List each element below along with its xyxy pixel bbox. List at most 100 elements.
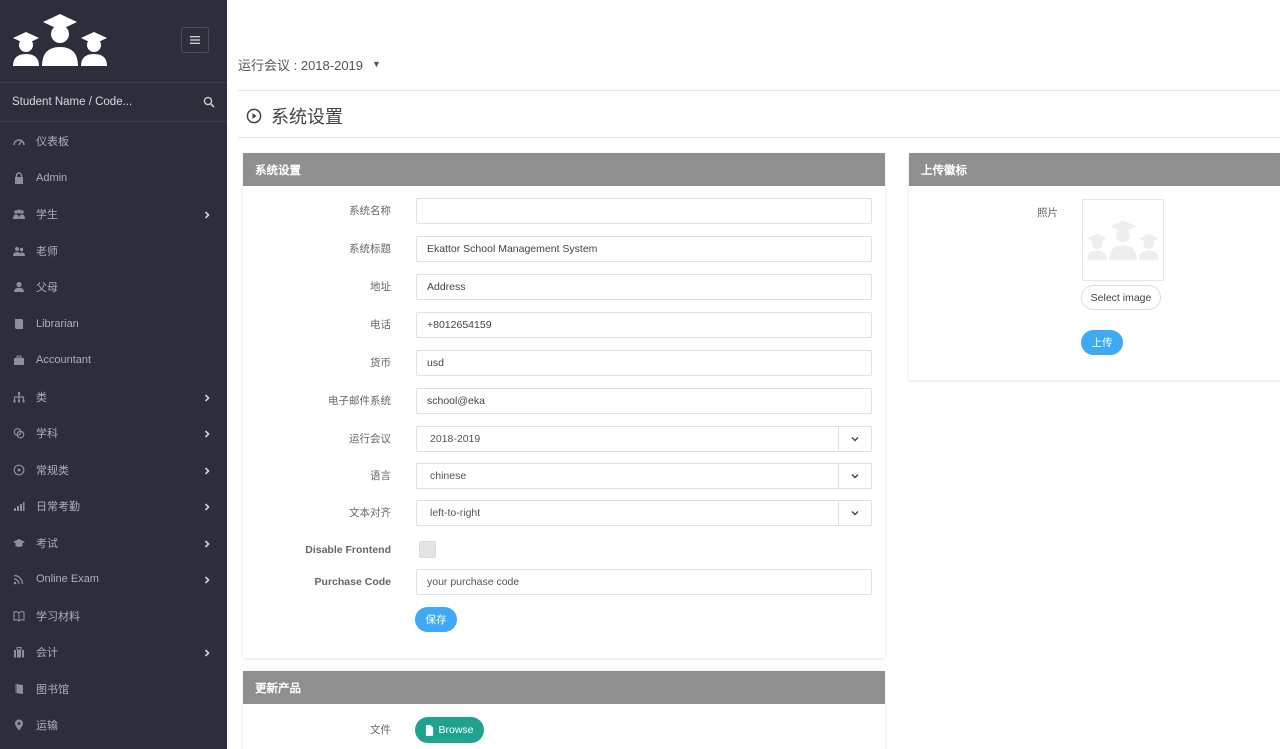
student-search-input[interactable] <box>12 96 172 108</box>
sidebar: 仪表板 Admin 学生老师父母 Librarian Accountant 类学科常规类日… <box>0 0 227 749</box>
system-title-label: 系统标题 <box>349 243 391 255</box>
divider <box>238 90 1280 91</box>
disable-frontend-checkbox[interactable] <box>419 541 436 558</box>
divider <box>238 137 1280 138</box>
text-align-select[interactable]: left-to-right <box>416 500 872 526</box>
graduation-cap-icon <box>12 536 26 550</box>
sidebar-item-briefcase[interactable]: Accountant <box>0 342 227 379</box>
logo-preview <box>1082 199 1164 281</box>
target-icon <box>12 463 26 477</box>
chevron-right-icon <box>203 539 211 548</box>
chevron-down-icon[interactable] <box>838 501 871 525</box>
currency-row: 货币 usd <box>243 350 885 376</box>
sidebar-nav: 仪表板 Admin 学生老师 父母 Librarian Accountant 类学科常规类日… <box>0 123 227 744</box>
sidebar-item-label: 学习材料 <box>36 610 80 623</box>
sidebar-item-user[interactable]: 父母 <box>0 269 227 306</box>
sidebar-item-hierarchy[interactable]: 类 <box>0 379 227 416</box>
book-icon <box>12 317 26 331</box>
page-title-text: 系统设置 <box>271 107 343 127</box>
sidebar-item-open-book[interactable]: 学习材料 <box>0 598 227 635</box>
sidebar-item-rss[interactable]: Online Exam <box>0 561 227 598</box>
sidebar-item-label: 运输 <box>36 720 58 733</box>
caret-down-icon: ▼ <box>372 59 381 69</box>
sidebar-item-lock[interactable]: Admin <box>0 160 227 197</box>
upload-button[interactable]: 上传 <box>1081 330 1123 355</box>
file-icon <box>426 724 434 736</box>
suitcase-icon <box>12 645 26 659</box>
circle-arrow-right-icon <box>246 108 262 124</box>
sidebar-item-bar-chart[interactable]: 日常考勤 <box>0 488 227 525</box>
system-name-input[interactable] <box>416 198 872 224</box>
purchase-code-input[interactable]: your purchase code <box>416 569 872 595</box>
system-title-input[interactable]: Ekattor School Management System <box>416 236 872 262</box>
select-image-button[interactable]: Select image <box>1081 285 1161 310</box>
disable-frontend-label: Disable Frontend <box>305 544 391 556</box>
sidebar-item-label: 仪表板 <box>36 136 69 149</box>
running-session-row: 运行会议 2018-2019 <box>243 426 885 452</box>
sidebar-search <box>0 82 227 122</box>
sidebar-item-label: 类 <box>36 391 47 404</box>
file-row: 文件 <box>243 717 885 743</box>
sidebar-item-map-pin[interactable]: 运输 <box>0 707 227 744</box>
upload-logo-title: 上传徽标 <box>909 153 1280 186</box>
currency-label: 货币 <box>370 357 391 369</box>
search-icon[interactable] <box>203 96 215 108</box>
phone-input[interactable]: +8012654159 <box>416 312 872 338</box>
logo-graduates-icon[interactable] <box>10 14 110 66</box>
sidebar-item-users-group[interactable]: 学生 <box>0 196 227 233</box>
sidebar-item-suitcase[interactable]: 会计 <box>0 634 227 671</box>
settings-panel-title: 系统设置 <box>243 153 885 186</box>
chevron-right-icon <box>203 648 211 657</box>
sidebar-item-label: Online Exam <box>36 573 99 586</box>
sidebar-item-books[interactable]: 学科 <box>0 415 227 452</box>
disable-frontend-row: Disable Frontend <box>243 537 885 563</box>
update-product-panel: 更新产品 文件 Browse <box>243 671 885 749</box>
settings-panel: 系统设置 系统名称 系统标题 Ekattor School Management… <box>243 153 885 658</box>
books-icon <box>12 426 26 440</box>
users-group-icon <box>12 207 26 221</box>
hierarchy-icon <box>12 390 26 404</box>
file-label: 文件 <box>370 724 391 736</box>
sidebar-item-book[interactable]: Librarian <box>0 306 227 343</box>
chevron-right-icon <box>203 429 211 438</box>
sidebar-item-label: 图书馆 <box>36 683 69 696</box>
sidebar-item-library-book[interactable]: 图书馆 <box>0 671 227 708</box>
sidebar-item-user-pair[interactable]: 老师 <box>0 233 227 270</box>
sidebar-item-label: 常规类 <box>36 464 69 477</box>
language-value: chinese <box>430 470 467 482</box>
currency-input[interactable]: usd <box>416 350 872 376</box>
sidebar-item-graduation-cap[interactable]: 考试 <box>0 525 227 562</box>
save-button[interactable]: 保存 <box>415 607 457 632</box>
language-select[interactable]: chinese <box>416 463 872 489</box>
open-book-icon <box>12 609 26 623</box>
sidebar-item-label: Admin <box>36 171 68 184</box>
language-label: 语言 <box>370 470 391 482</box>
hamburger-icon <box>190 36 200 44</box>
email-input[interactable]: school@eka <box>416 388 872 414</box>
sidebar-item-dashboard[interactable]: 仪表板 <box>0 123 227 160</box>
sidebar-item-target[interactable]: 常规类 <box>0 452 227 489</box>
chevron-right-icon <box>203 393 211 402</box>
text-align-row: 文本对齐 left-to-right <box>243 500 885 526</box>
running-session-label: 运行会议 <box>349 433 391 445</box>
chevron-right-icon <box>203 466 211 475</box>
browse-label: Browse <box>438 724 474 736</box>
purchase-code-label: Purchase Code <box>314 576 391 588</box>
address-input[interactable]: Address <box>416 274 872 300</box>
chevron-down-icon[interactable] <box>838 427 871 451</box>
sidebar-item-label: 学生 <box>36 209 58 222</box>
user-pair-icon <box>12 244 26 258</box>
browse-button[interactable]: Browse <box>415 717 484 743</box>
upload-logo-panel: 上传徽标 照片 Select image 上传 <box>909 153 1280 380</box>
session-label: 运行会议 : 2018-2019 <box>238 57 364 73</box>
dashboard-icon <box>12 134 26 148</box>
session-selector[interactable]: 运行会议 : 2018-2019 ▼ <box>238 55 381 73</box>
chevron-right-icon <box>203 210 211 219</box>
user-icon <box>12 280 26 294</box>
text-align-value: left-to-right <box>430 507 481 519</box>
running-session-select[interactable]: 2018-2019 <box>416 426 872 452</box>
menu-toggle-button[interactable] <box>181 27 209 53</box>
update-product-title: 更新产品 <box>243 671 885 704</box>
chevron-down-icon[interactable] <box>838 464 871 488</box>
sidebar-item-label: 日常考勤 <box>36 501 80 514</box>
